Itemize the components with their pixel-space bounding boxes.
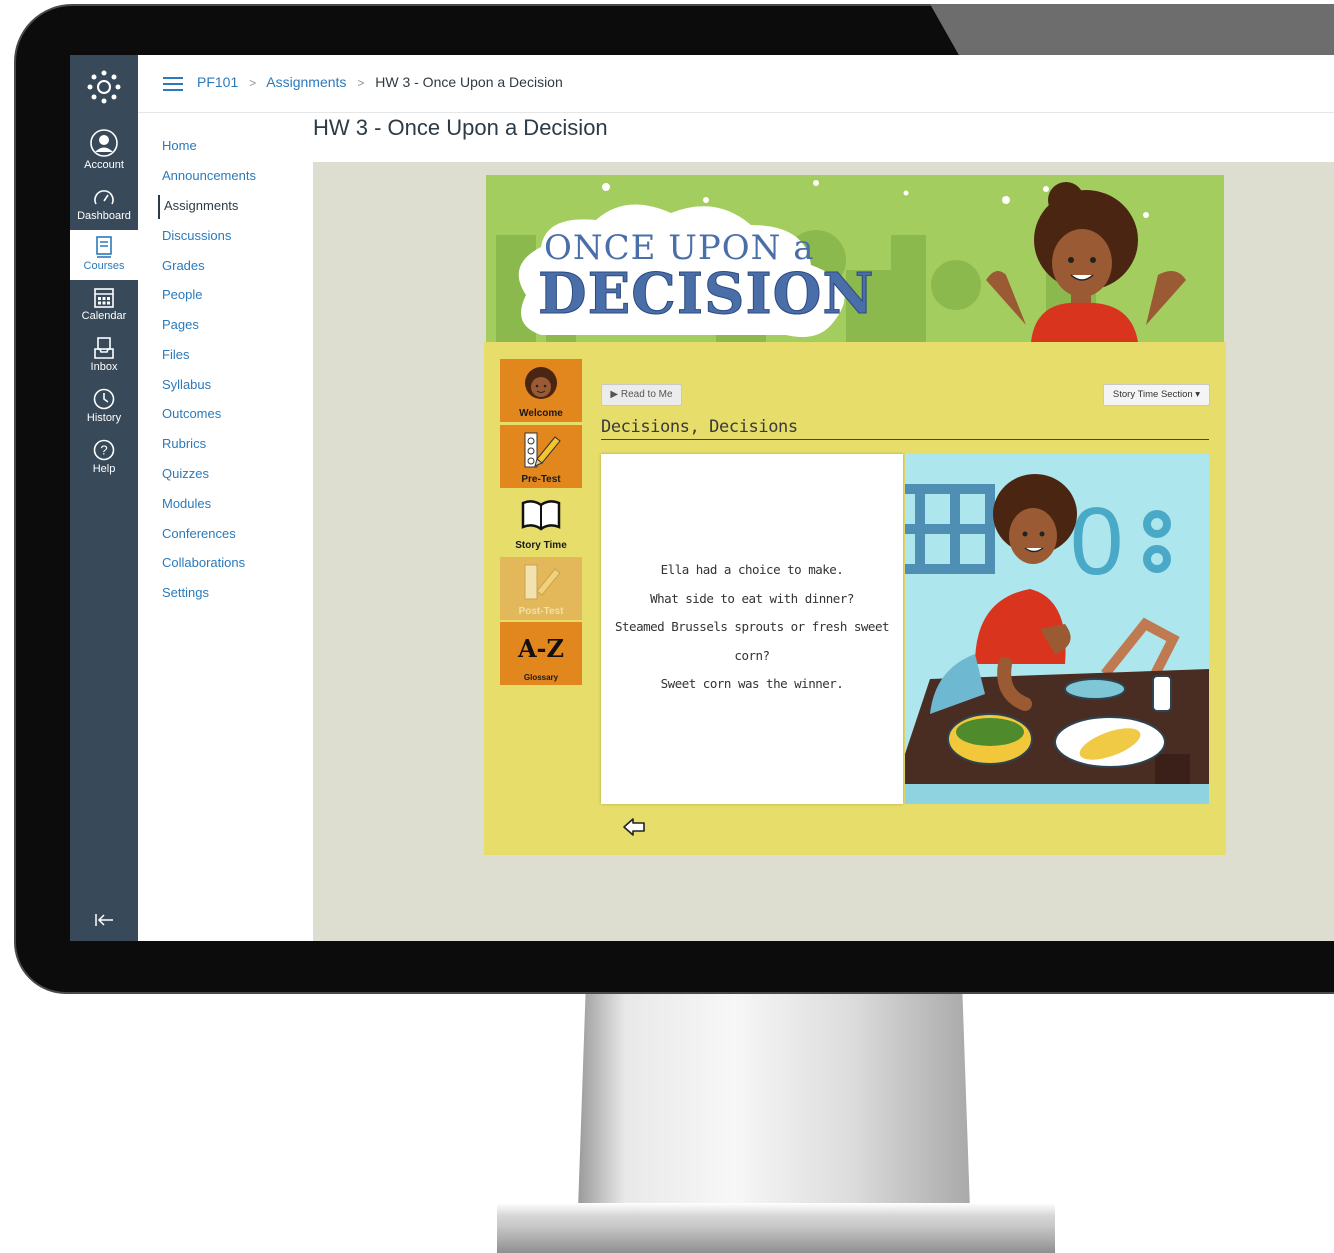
story-line: Sweet corn was the winner.	[660, 676, 844, 691]
course-nav-rubrics[interactable]: Rubrics	[162, 436, 206, 451]
breadcrumb-bar: PF101 > Assignments > HW 3 - Once Upon a…	[138, 55, 1334, 113]
breadcrumb-separator: >	[357, 76, 365, 90]
course-nav-quizzes[interactable]: Quizzes	[162, 466, 209, 481]
global-nav: Account Dashboard Courses Calendar Inbox…	[70, 55, 138, 941]
story-section-dropdown[interactable]: Story Time Section ▾	[1103, 384, 1210, 406]
svg-text:?: ?	[100, 443, 107, 458]
gnav-inbox[interactable]: Inbox	[70, 337, 138, 373]
pencil-icon	[524, 432, 561, 468]
course-nav-files[interactable]: Files	[162, 347, 189, 362]
gnav-dashboard-label: Dashboard	[77, 210, 131, 222]
gnav-history-label: History	[86, 412, 122, 424]
course-nav-conferences[interactable]: Conferences	[162, 526, 236, 541]
tool-welcome[interactable]: Welcome	[500, 359, 582, 422]
hamburger-menu-icon[interactable]	[163, 77, 183, 91]
breadcrumb-assignments[interactable]: Assignments	[266, 74, 346, 90]
story-text-page: Ella had a choice to make. What side to …	[601, 454, 903, 804]
module-banner: ONCE UPON a DECISION	[486, 175, 1224, 342]
canvas-logo-icon	[87, 70, 121, 104]
course-nav-home[interactable]: Home	[162, 138, 197, 153]
gnav-courses-label: Courses	[83, 260, 125, 272]
breadcrumb-course[interactable]: PF101	[197, 74, 238, 90]
account-icon	[90, 129, 118, 157]
pencil-icon	[524, 564, 561, 600]
course-nav-pages[interactable]: Pages	[162, 317, 199, 332]
breadcrumb-separator: >	[249, 76, 257, 90]
tool-welcome-label: Welcome	[519, 408, 563, 419]
gnav-courses[interactable]: Courses	[70, 230, 138, 280]
history-icon	[93, 388, 115, 410]
tool-story-time-label: Story Time	[515, 540, 567, 551]
dinner-scene-illustration: 0	[905, 454, 1209, 804]
course-nav-syllabus[interactable]: Syllabus	[162, 377, 211, 392]
course-nav-modules[interactable]: Modules	[162, 496, 211, 511]
screen: Account Dashboard Courses Calendar Inbox…	[70, 55, 1334, 941]
tool-glossary[interactable]: A-Z Glossary	[500, 622, 582, 685]
read-to-me-button[interactable]: ▶ Read to Me	[601, 384, 682, 406]
monitor-stand-neck	[578, 985, 970, 1210]
courses-icon	[96, 236, 112, 258]
gnav-history[interactable]: History	[70, 388, 138, 424]
story-heading: Decisions, Decisions	[601, 417, 1209, 440]
collapse-nav-icon[interactable]	[94, 912, 114, 928]
course-nav-settings[interactable]: Settings	[162, 585, 209, 600]
story-line: corn?	[734, 647, 770, 663]
course-nav-assignments[interactable]: Assignments	[158, 195, 238, 219]
course-nav-people[interactable]: People	[162, 287, 202, 302]
gnav-inbox-label: Inbox	[90, 361, 118, 373]
story-line: What side to eat with dinner?	[650, 590, 854, 606]
page-title: HW 3 - Once Upon a Decision	[313, 115, 608, 140]
welcome-icon	[525, 367, 557, 399]
inbox-icon	[94, 337, 114, 359]
tool-story-time[interactable]: Story Time	[500, 491, 582, 554]
calendar-icon	[94, 288, 114, 308]
gnav-account-label: Account	[84, 159, 124, 171]
svg-text:0: 0	[1070, 488, 1123, 595]
glossary-az-icon: A-Z	[517, 634, 565, 663]
gnav-dashboard[interactable]: Dashboard	[70, 188, 138, 222]
gnav-help[interactable]: ? Help	[70, 439, 138, 475]
back-arrow-icon[interactable]	[622, 817, 646, 837]
monitor-glare	[930, 4, 1334, 56]
monitor-stand-base-highlight	[497, 1203, 1055, 1215]
gnav-account[interactable]: Account	[70, 129, 138, 171]
gnav-calendar-label: Calendar	[81, 310, 127, 322]
breadcrumb: PF101 > Assignments > HW 3 - Once Upon a…	[197, 74, 563, 90]
story-line: Ella had a choice to make.	[660, 562, 844, 577]
story-text: Ella had a choice to make. What side to …	[601, 556, 903, 699]
book-icon	[521, 500, 561, 531]
help-icon: ?	[93, 439, 115, 461]
tool-post-test-label: Post-Test	[518, 606, 564, 617]
course-nav-announcements[interactable]: Announcements	[162, 168, 256, 183]
dashboard-icon	[94, 190, 114, 205]
course-nav-discussions[interactable]: Discussions	[162, 228, 231, 243]
breadcrumb-current: HW 3 - Once Upon a Decision	[375, 74, 563, 90]
tool-post-test: Post-Test	[500, 557, 582, 620]
banner-title-line2: DECISION	[538, 261, 875, 328]
course-nav-grades[interactable]: Grades	[162, 258, 205, 273]
gnav-calendar[interactable]: Calendar	[70, 286, 138, 322]
story-line: Steamed Brussels sprouts or fresh sweet	[615, 619, 890, 634]
tool-pre-test-label: Pre-Test	[521, 474, 561, 485]
story-illustration: 0	[905, 454, 1209, 804]
canvas-logo[interactable]	[70, 69, 138, 107]
course-nav-collaborations[interactable]: Collaborations	[162, 555, 245, 570]
course-nav-outcomes[interactable]: Outcomes	[162, 406, 221, 421]
tool-glossary-label: Glossary	[523, 673, 559, 682]
tool-pre-test[interactable]: Pre-Test	[500, 425, 582, 488]
gnav-help-label: Help	[92, 463, 116, 475]
